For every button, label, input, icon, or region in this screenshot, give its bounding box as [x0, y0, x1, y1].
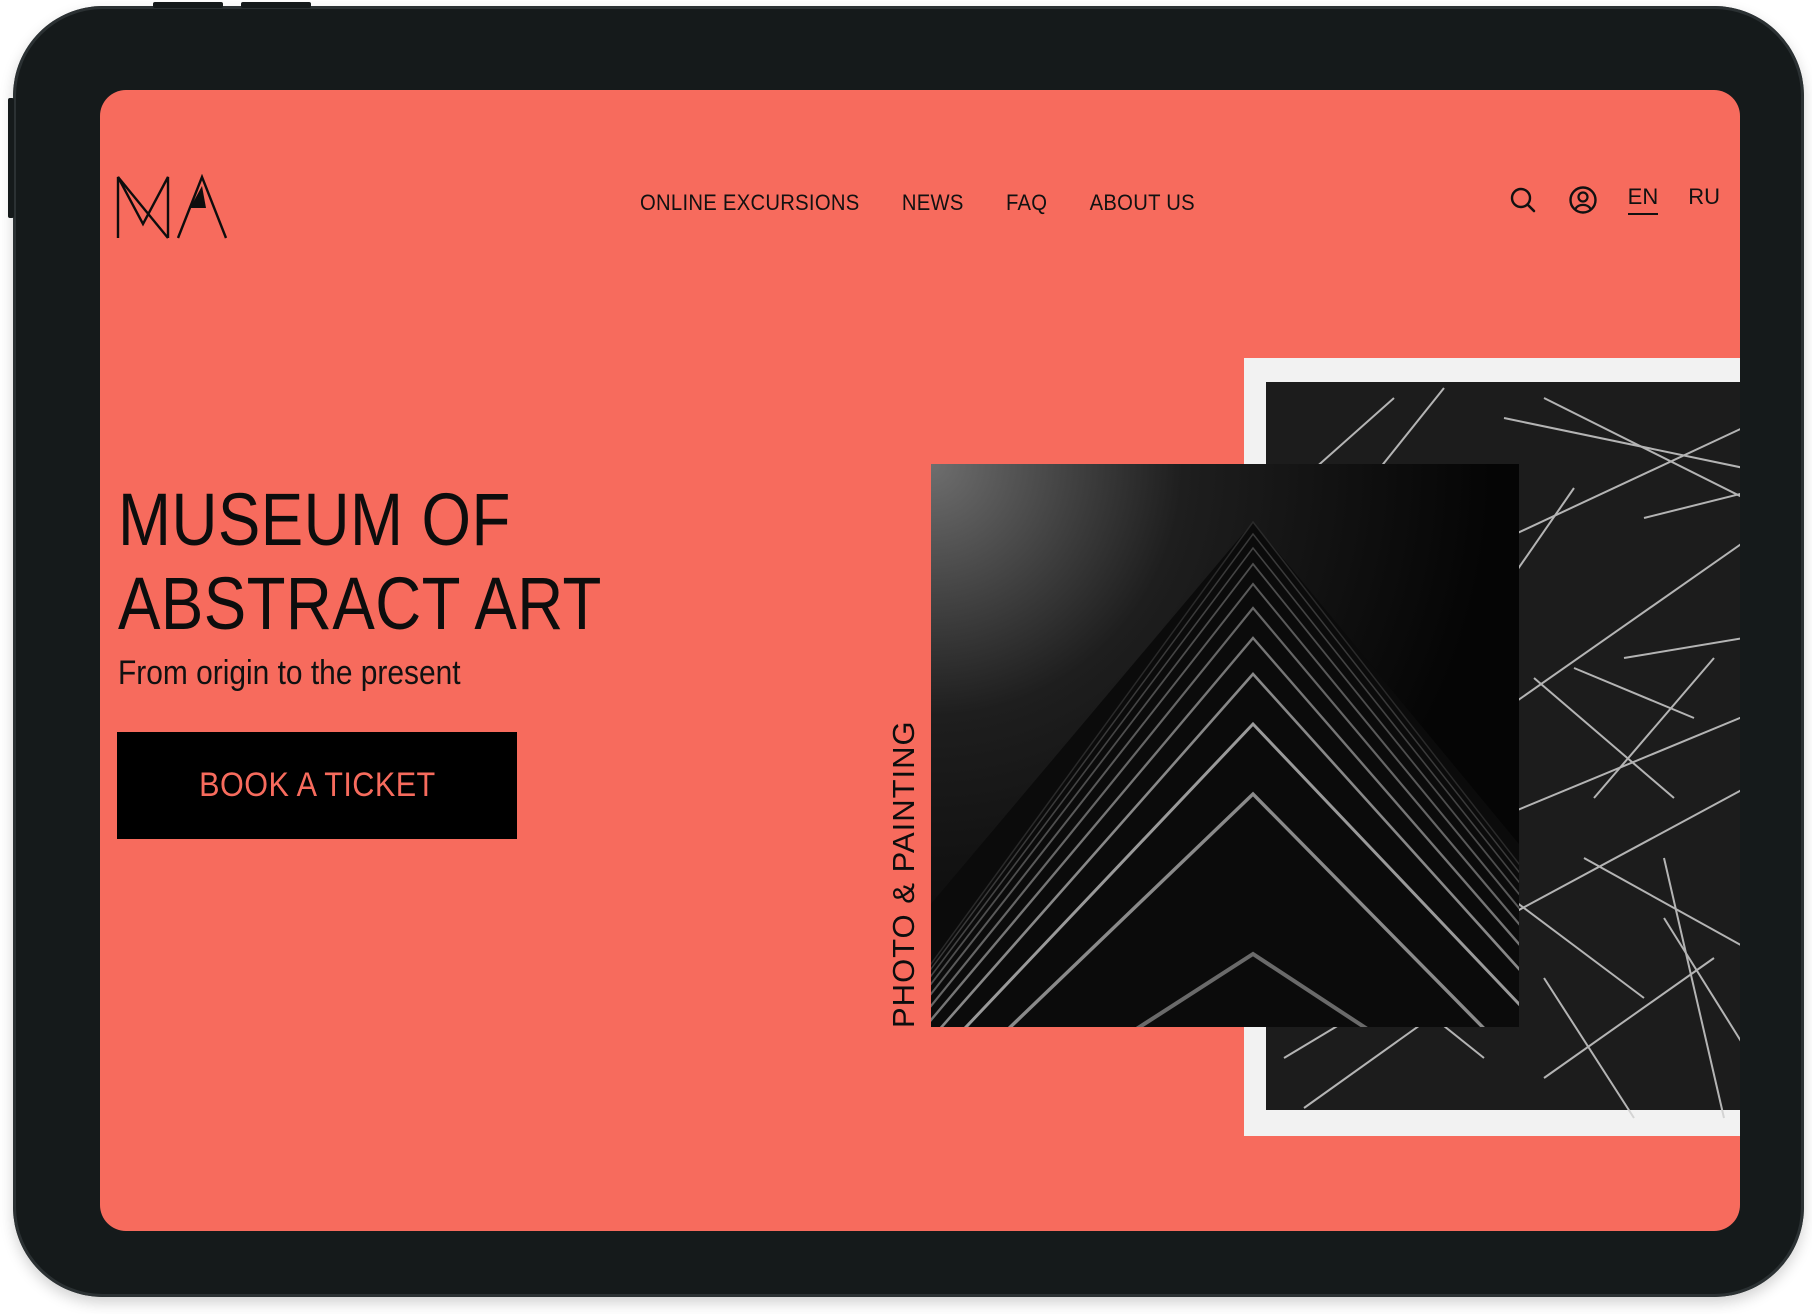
hero-title: MUSEUM OF ABSTRACT ART	[118, 478, 602, 646]
building-photo-artwork	[931, 464, 1519, 1027]
category-vertical-label: PHOTO & PAINTING	[886, 720, 921, 1028]
language-ru[interactable]: RU	[1688, 184, 1720, 215]
nav-news[interactable]: NEWS	[902, 190, 964, 216]
tablet-top-button-1	[153, 2, 223, 8]
user-account-icon	[1568, 185, 1597, 214]
ma-logo-icon[interactable]	[116, 174, 228, 240]
nav-online-excursions[interactable]: ONLINE EXCURSIONS	[640, 190, 860, 216]
search-icon	[1510, 187, 1535, 212]
hero-title-line-1: MUSEUM OF	[118, 478, 511, 561]
search-button[interactable]	[1508, 185, 1538, 215]
header-utilities: EN RU	[1508, 184, 1720, 215]
architecture-photo-image	[931, 464, 1519, 1027]
nav-faq[interactable]: FAQ	[1006, 190, 1047, 216]
tablet-frame: ONLINE EXCURSIONS NEWS FAQ ABOUT US EN R…	[8, 2, 1804, 1297]
account-button[interactable]	[1568, 185, 1598, 215]
tablet-side-button	[8, 98, 14, 218]
book-ticket-label: BOOK A TICKET	[198, 766, 436, 804]
language-en[interactable]: EN	[1627, 184, 1659, 215]
website-screen: ONLINE EXCURSIONS NEWS FAQ ABOUT US EN R…	[100, 90, 1740, 1231]
book-ticket-button[interactable]: BOOK A TICKET	[117, 732, 517, 839]
tablet-top-button-2	[241, 2, 311, 8]
main-navigation: ONLINE EXCURSIONS NEWS FAQ ABOUT US	[640, 190, 1195, 216]
hero-subtitle: From origin to the present	[118, 654, 461, 692]
nav-about-us[interactable]: ABOUT US	[1090, 190, 1195, 216]
hero-title-line-2: ABSTRACT ART	[118, 562, 602, 645]
